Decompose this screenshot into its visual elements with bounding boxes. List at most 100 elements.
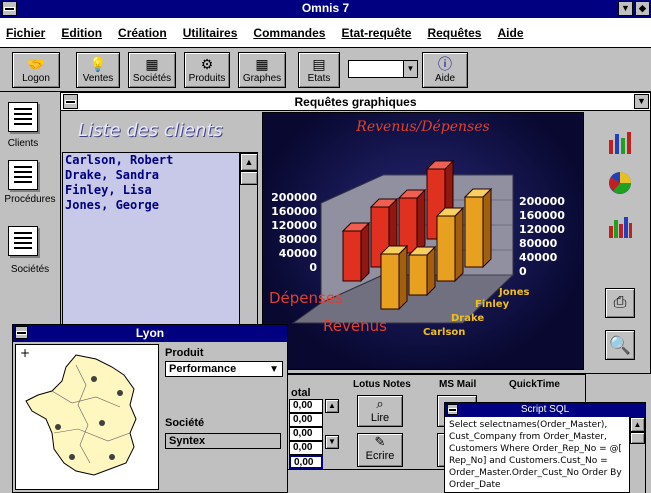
logon-button[interactable]: 🤝 Logon [12,52,60,88]
menu-item-0[interactable]: Fichier [6,18,45,47]
requetes-system-menu-icon[interactable] [63,94,78,109]
toolbar-combo[interactable]: ▼ [348,60,418,78]
print-icon[interactable]: ⎙ [605,288,635,318]
produits-button[interactable]: ⚙ Produits [184,52,230,88]
y-tick-right: 120000 [519,223,565,236]
graphes-button[interactable]: ▦ Graphes [238,52,286,88]
total-value[interactable]: 0,00 [289,413,323,427]
lyon-system-menu-icon[interactable] [15,326,28,339]
menu-item-3[interactable]: Utilitaires [183,18,238,47]
menu-bar: Fichier Edition Création Utilitaires Command… [0,18,651,48]
handshake-icon: 🤝 [27,56,45,72]
menu-item-7[interactable]: Aide [497,18,523,47]
system-menu-icon[interactable] [2,1,17,16]
chart-title: Revenus/Dépenses [355,119,489,135]
bar-side [482,187,492,269]
menu-item-4[interactable]: Commandes [253,18,325,47]
y-tick-left: 0 [309,261,317,274]
sql-text[interactable]: Select selectnames(Order_Master), Cust_C… [449,419,629,493]
series-label: Dépenses [269,289,343,307]
etats-button[interactable]: ▤ Etats [298,52,340,88]
societes-icon[interactable] [8,226,38,256]
clients-icon[interactable] [8,102,38,132]
bar [380,253,400,310]
bar-chart-icon[interactable] [605,128,635,158]
products-icon: ⚙ [200,56,214,72]
aide-button[interactable]: ⓘ Aide [422,52,468,88]
chart-panel: Revenus/Dépenses 200000 160000 120000 80000 4… [262,112,584,370]
grand-total: 0,00 [289,455,323,469]
sql-scrollbar[interactable]: ▲ [629,417,645,493]
scroll-up-icon[interactable]: ▲ [325,399,339,413]
procedures-label: Procédures [4,194,56,205]
report-icon: ▤ [312,56,326,72]
societes-button[interactable]: ▦ Sociétés [128,52,176,88]
scroll-down-icon[interactable]: ▼ [325,435,339,449]
zoom-icon[interactable]: 🔍 [605,330,635,360]
menu-item-6[interactable]: Requêtes [427,18,481,47]
3d-bar-chart-icon[interactable] [605,212,635,242]
ecrire-button[interactable]: ✎ Ecrire [357,433,403,467]
y-tick-left: 200000 [271,191,317,204]
bar [464,196,484,268]
france-map[interactable]: + [15,344,159,490]
produit-select[interactable]: Performance ▼ [165,361,283,377]
requetes-minimize-icon[interactable]: ▼ [634,94,649,109]
app-title-bar: Omnis 7 ▼ ◆ [0,0,651,18]
svg-text:+: + [20,346,30,360]
minimize-icon[interactable]: ▼ [618,1,633,16]
ms-mail-header: MS Mail [439,379,477,390]
chevron-down-icon[interactable]: ▼ [403,61,417,77]
total-value[interactable]: 0,00 [289,399,323,413]
y-tick-right: 80000 [519,237,558,250]
series-label: Revenus [323,317,387,335]
societe-field[interactable]: Syntex [165,433,281,449]
lotus-notes-header: Lotus Notes [353,379,411,390]
bulb-icon: 💡 [89,56,107,72]
y-tick-left: 120000 [271,219,317,232]
bar [398,197,418,254]
total-value[interactable]: 0,00 [289,441,323,455]
total-header: otal [291,387,311,399]
y-tick-left: 40000 [279,247,318,260]
sql-system-menu-icon[interactable] [447,404,458,415]
list-title-panel: Liste des clients [62,112,258,152]
procedures-icon[interactable] [8,160,38,190]
y-tick-right: 200000 [519,195,565,208]
clients-label: Clients [7,138,39,149]
category-label: Jones [498,287,529,298]
category-label: Finley [475,299,510,310]
list-item[interactable]: Jones, George [63,198,257,213]
total-value[interactable]: 0,00 [289,427,323,441]
y-tick-left: 160000 [271,205,317,218]
menu-item-2[interactable]: Création [118,18,167,47]
scroll-thumb[interactable] [630,432,645,444]
lire-button[interactable]: ⌕ Lire [357,395,403,427]
bar-side [454,206,464,283]
restore-icon[interactable]: ◆ [635,1,650,16]
bar [342,230,362,282]
bar-side [360,221,370,283]
bar-side [398,244,408,311]
requetes-title-bar: Requêtes graphiques ▼ [61,93,650,111]
scroll-up-icon[interactable]: ▲ [630,417,645,432]
menu-item-5[interactable]: Etat-requête [341,18,411,47]
chevron-down-icon[interactable]: ▼ [269,362,279,377]
menu-item-1[interactable]: Edition [61,18,102,47]
info-icon: ⓘ [438,56,452,72]
list-item[interactable]: Finley, Lisa [63,183,257,198]
grid-icon: ▦ [255,56,269,72]
bar-side [416,188,426,255]
produit-label: Produit [165,347,204,359]
category-label: Carlson [423,327,465,338]
y-tick-right: 40000 [519,251,558,264]
ventes-button[interactable]: 💡 Ventes [76,52,120,88]
list-item[interactable]: Drake, Sandra [63,168,257,183]
pie-chart-icon[interactable] [605,168,635,198]
list-item[interactable]: Carlson, Robert [63,153,257,168]
scroll-thumb[interactable] [240,171,258,185]
scroll-up-icon[interactable]: ▲ [240,153,258,171]
societe-label: Société [165,417,205,429]
bar [408,254,428,296]
france-map-svg: + [20,346,137,476]
